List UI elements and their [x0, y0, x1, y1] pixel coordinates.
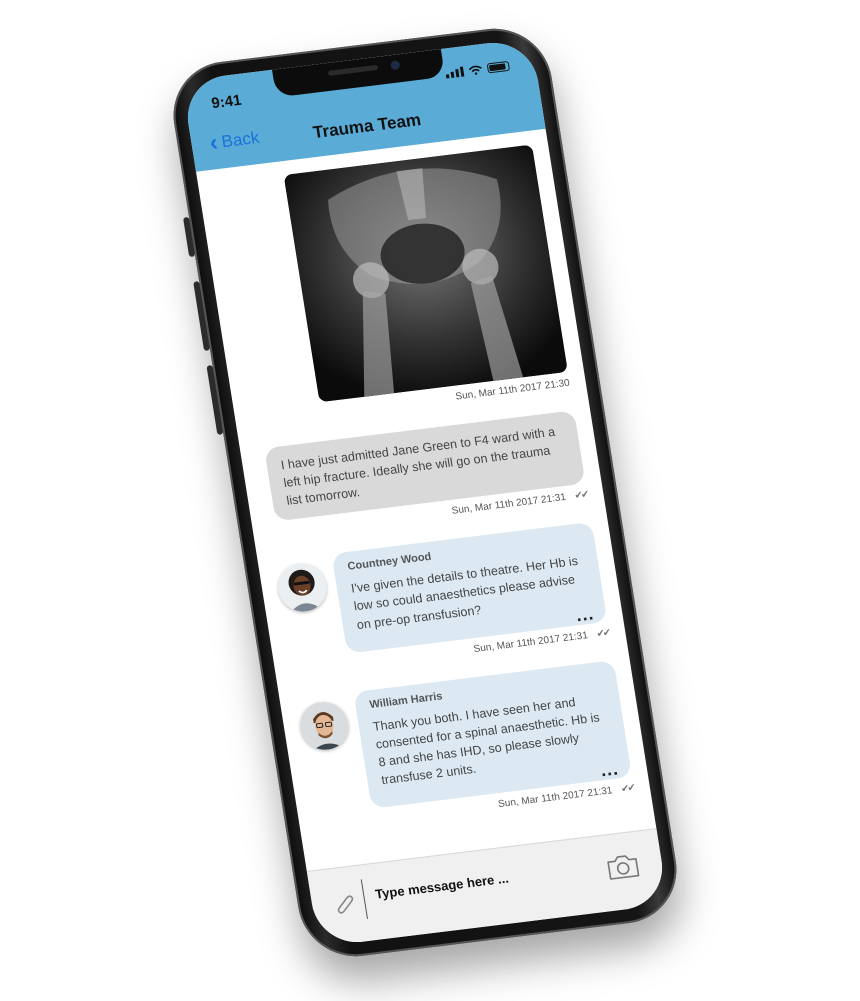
avatar[interactable]	[274, 561, 331, 615]
message-input[interactable]	[371, 861, 578, 903]
wifi-icon	[468, 65, 482, 75]
front-camera	[390, 60, 401, 71]
avatar[interactable]	[296, 698, 352, 753]
incoming-message-bubble[interactable]: William Harris Thank you both. I have se…	[353, 659, 633, 809]
paperclip-icon[interactable]	[333, 890, 358, 914]
phone-frame: 9:41 ‹ Back Trauma Team Sun, Mar 11th 20…	[165, 22, 685, 963]
chat-thread[interactable]: Sun, Mar 11th 2017 21:30 I have just adm…	[196, 129, 657, 872]
pelvis-xray-graphic	[283, 144, 568, 403]
speaker-grille	[327, 64, 379, 76]
status-time: 9:41	[210, 91, 243, 113]
composer-divider	[360, 879, 368, 919]
mute-switch	[183, 216, 196, 258]
xray-image[interactable]	[283, 144, 568, 403]
read-receipt-icon: ✔✔	[595, 627, 611, 640]
message-text: I have just admitted Jane Green to F4 wa…	[279, 424, 557, 509]
signal-icon	[445, 66, 465, 79]
volume-up-button	[193, 281, 211, 351]
phone-screen: 9:41 ‹ Back Trauma Team Sun, Mar 11th 20…	[181, 37, 669, 948]
more-options-icon[interactable]: ...	[599, 759, 620, 781]
status-icons	[445, 60, 511, 79]
volume-down-button	[206, 365, 224, 435]
avatar-man-image	[296, 698, 352, 753]
read-receipt-icon: ✔✔	[573, 489, 589, 503]
avatar-woman-image	[274, 561, 331, 615]
battery-icon	[486, 60, 511, 74]
camera-icon[interactable]	[604, 850, 642, 884]
more-options-icon[interactable]: ...	[574, 603, 595, 625]
read-receipt-icon: ✔✔	[620, 782, 635, 796]
